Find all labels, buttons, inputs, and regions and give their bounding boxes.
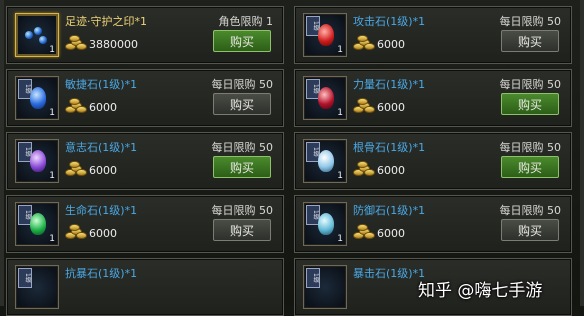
shop-item-card: 1级 1 意志石(1级)*1 每日限购 50 6000 购买 [6,132,284,190]
purchase-limit: 每日限购 50 [211,78,274,91]
pale-blue-gem-icon [318,150,334,172]
purchase-limit: 每日限购 50 [499,15,562,28]
item-name: 攻击石(1级)*1 [353,15,426,28]
gold-coin-icon [65,33,87,50]
shop-item-card: 1级 1 攻击石(1级)*1 每日限购 50 6000 购买 [294,6,572,64]
blue-gem-icon [30,87,46,109]
shop-item-card: 1级 1 力量石(1级)*1 每日限购 50 6000 购买 [294,69,572,127]
buy-button[interactable]: 购买 [501,30,559,52]
gold-coin-icon [353,96,375,113]
item-icon-slot[interactable]: 1级 [15,265,59,309]
red-gem-icon [318,24,334,46]
crimson-gem-icon [318,87,334,109]
item-name: 防御石(1级)*1 [353,204,426,217]
level-badge: 1级 [306,268,320,288]
item-price: 6000 [377,101,405,114]
item-count: 1 [49,45,55,55]
purple-gem-icon [30,150,46,172]
gold-coin-icon [65,96,87,113]
buy-button[interactable]: 购买 [213,219,271,241]
item-price: 6000 [89,227,117,240]
item-count: 1 [49,234,55,244]
item-icon-slot[interactable]: 1级 1 [15,76,59,120]
gold-coin-icon [353,159,375,176]
item-icon-slot[interactable]: 1级 1 [15,139,59,183]
item-icon-slot[interactable]: 1级 1 [303,13,347,57]
item-name: 生命石(1级)*1 [65,204,138,217]
item-name: 足迹·守护之印*1 [65,15,147,28]
item-name: 抗暴石(1级)*1 [65,267,138,280]
item-price: 6000 [377,227,405,240]
item-count: 1 [49,108,55,118]
shop-item-card: 1级 1 根骨石(1级)*1 每日限购 50 6000 购买 [294,132,572,190]
item-icon-slot[interactable]: 1级 1 [15,202,59,246]
item-price: 6000 [89,164,117,177]
item-price: 6000 [89,101,117,114]
item-count: 1 [337,171,343,181]
item-count: 1 [337,108,343,118]
gold-coin-icon [353,222,375,239]
item-icon-slot[interactable]: 1级 1 [303,139,347,183]
item-price: 3880000 [89,38,138,51]
purchase-limit: 每日限购 50 [499,78,562,91]
buy-button[interactable]: 购买 [501,93,559,115]
watermark-text: 知乎 @嗨七手游 [418,281,543,301]
buy-button[interactable]: 购买 [501,219,559,241]
purchase-limit: 角色限购 1 [218,15,274,28]
buy-button[interactable]: 购买 [501,156,559,178]
item-name: 敏捷石(1级)*1 [65,78,138,91]
buy-button[interactable]: 购买 [213,30,271,52]
item-count: 1 [337,45,343,55]
item-price: 6000 [377,38,405,51]
gold-coin-icon [65,222,87,239]
item-icon-slot[interactable]: 1级 [303,265,347,309]
item-name: 意志石(1级)*1 [65,141,138,154]
item-name: 力量石(1级)*1 [353,78,426,91]
shop-item-card: 1 足迹·守护之印*1 角色限购 1 3880000 购买 [6,6,284,64]
level-badge: 1级 [18,268,32,288]
item-name: 暴击石(1级)*1 [353,267,426,280]
shop-item-card: 1级 1 生命石(1级)*1 每日限购 50 6000 购买 [6,195,284,253]
shop-item-card: 1级 抗暴石(1级)*1 [6,258,284,316]
shop-item-card: 1级 1 防御石(1级)*1 每日限购 50 6000 购买 [294,195,572,253]
purchase-limit: 每日限购 50 [499,141,562,154]
shop-item-card: 1级 1 敏捷石(1级)*1 每日限购 50 6000 购买 [6,69,284,127]
item-count: 1 [49,171,55,181]
item-name: 根骨石(1级)*1 [353,141,426,154]
teal-gem-icon [318,213,334,235]
item-icon-slot[interactable]: 1级 1 [303,76,347,120]
item-price: 6000 [377,164,405,177]
item-icon-slot[interactable]: 1级 1 [303,202,347,246]
item-count: 1 [337,234,343,244]
purchase-limit: 每日限购 50 [499,204,562,217]
buy-button[interactable]: 购买 [213,156,271,178]
item-icon-slot[interactable]: 1 [15,13,59,57]
shop-panel: 1 足迹·守护之印*1 角色限购 1 3880000 购买 1级 1 攻击石(1… [0,0,584,316]
purchase-limit: 每日限购 50 [211,204,274,217]
green-gem-icon [30,213,46,235]
buy-button[interactable]: 购买 [213,93,271,115]
gold-coin-icon [353,33,375,50]
gold-coin-icon [65,159,87,176]
purchase-limit: 每日限购 50 [211,141,274,154]
